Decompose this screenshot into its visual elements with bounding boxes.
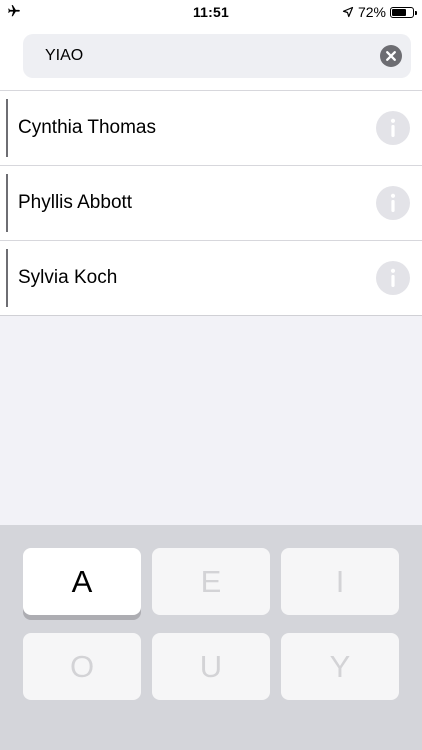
vowel-keyboard: A E I O U Y [0, 525, 422, 750]
key-i[interactable]: I [281, 548, 399, 615]
key-e[interactable]: E [152, 548, 270, 615]
battery-icon [390, 6, 417, 18]
contact-list: Cynthia Thomas Phyllis Abbott Sylvia Koc… [0, 90, 422, 316]
contact-row[interactable]: Phyllis Abbott [0, 166, 422, 241]
info-icon [390, 193, 396, 212]
key-y[interactable]: Y [281, 633, 399, 700]
contact-info-button[interactable] [376, 261, 410, 295]
row-indicator-bar [6, 174, 8, 232]
row-indicator-bar [6, 249, 8, 307]
battery-fill [392, 8, 407, 16]
location-arrow-icon [342, 6, 354, 18]
battery-cap [415, 10, 417, 15]
battery-percent: 72% [357, 4, 386, 20]
status-bar: 11:51 72% [0, 0, 422, 26]
search-query-text[interactable]: YIAO [45, 34, 83, 78]
contact-name: Sylvia Koch [18, 267, 118, 288]
contact-name: Phyllis Abbott [18, 192, 133, 213]
clear-search-button[interactable] [380, 45, 402, 67]
contact-info-button[interactable] [376, 186, 410, 220]
contact-name: Cynthia Thomas [18, 117, 156, 138]
contact-row[interactable]: Sylvia Koch [0, 241, 422, 316]
search-input[interactable]: YIAO [23, 34, 411, 78]
info-icon [390, 268, 396, 287]
contact-row[interactable]: Cynthia Thomas [0, 91, 422, 166]
key-a[interactable]: A [23, 548, 141, 615]
row-indicator-bar [6, 99, 8, 157]
header-area: 11:51 72% YIAO [0, 0, 422, 90]
contact-info-button[interactable] [376, 111, 410, 145]
status-right-group: 72% [342, 4, 417, 20]
key-u[interactable]: U [152, 633, 270, 700]
clear-x-circle-icon [386, 51, 396, 61]
info-icon [390, 118, 396, 137]
key-o[interactable]: O [23, 633, 141, 700]
